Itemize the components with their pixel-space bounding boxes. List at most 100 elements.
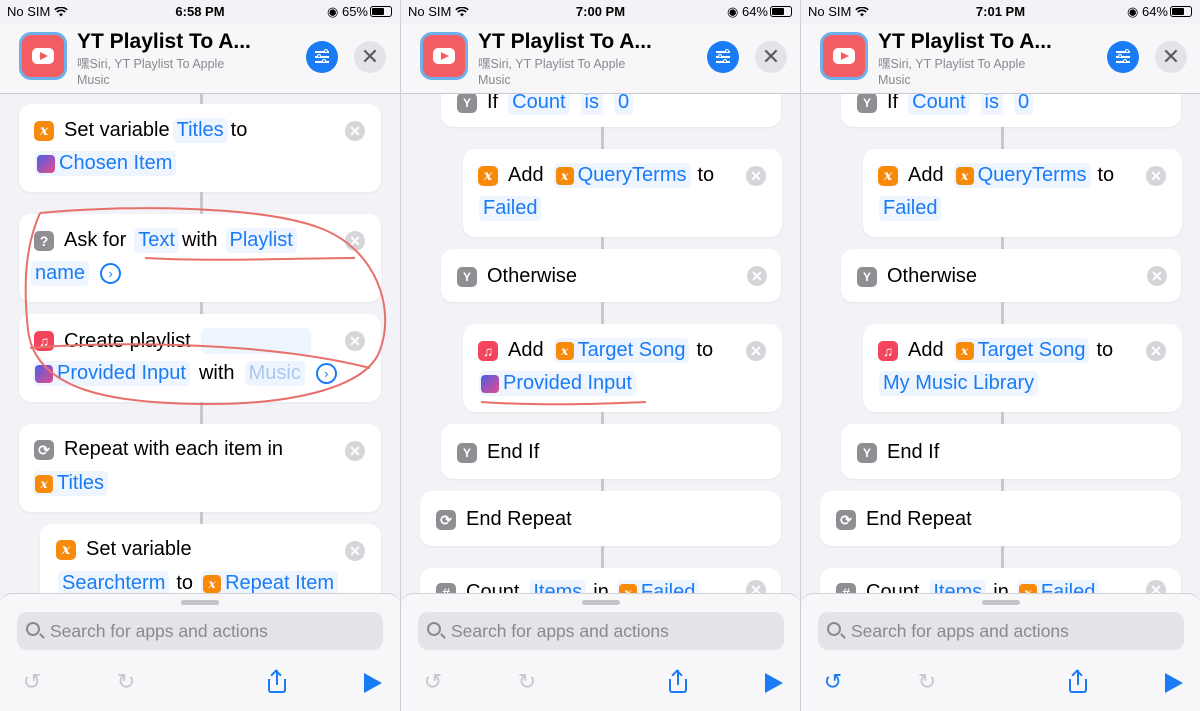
- shortcut-title[interactable]: YT Playlist To A...: [878, 30, 1052, 54]
- remove-icon[interactable]: ✕: [345, 231, 365, 251]
- settings-button[interactable]: [707, 41, 739, 73]
- remove-icon[interactable]: ✕: [345, 541, 365, 561]
- action-ask-for-input[interactable]: ? Ask for Text with Playlist name › ✕: [19, 214, 381, 302]
- action-set-variable[interactable]: x Set variable Titles to Chosen Item ✕: [19, 104, 381, 192]
- remove-icon[interactable]: ✕: [746, 166, 766, 186]
- close-button[interactable]: ✕: [755, 41, 787, 73]
- sheet-grabber[interactable]: [982, 600, 1020, 605]
- action-if[interactable]: YIfCountis0 ✕: [441, 94, 781, 127]
- remove-icon[interactable]: ✕: [746, 580, 766, 593]
- action-list[interactable]: YIfCountis0 ✕ xAddxQueryTermsto Failed ✕…: [801, 94, 1200, 593]
- value-token[interactable]: 0: [1013, 94, 1034, 115]
- share-icon[interactable]: [265, 669, 289, 694]
- action-create-playlist[interactable]: ♫ Create playlist Provided Input with Music…: [19, 314, 381, 402]
- prompt-token[interactable]: name: [31, 261, 90, 286]
- redo-icon[interactable]: ↻: [915, 670, 939, 694]
- destination-token[interactable]: Failed: [479, 196, 542, 221]
- if-icon: Y: [857, 442, 877, 463]
- play-icon[interactable]: [1161, 670, 1185, 694]
- remove-icon[interactable]: ✕: [1146, 580, 1166, 593]
- condition-token[interactable]: is: [580, 94, 603, 115]
- magic-variable-token[interactable]: Chosen Item: [35, 151, 177, 176]
- search-input[interactable]: Search for apps and actions: [418, 612, 784, 650]
- variable-token[interactable]: x QueryTerms: [953, 163, 1091, 188]
- share-icon[interactable]: [1066, 669, 1090, 694]
- remove-icon[interactable]: ✕: [747, 266, 767, 286]
- settings-button[interactable]: [306, 41, 338, 73]
- action-if[interactable]: YIfCountis0 ✕: [841, 94, 1181, 127]
- sheet-grabber[interactable]: [181, 600, 219, 605]
- variable-token[interactable]: Items: [929, 580, 987, 593]
- variable-token[interactable]: Count: [908, 94, 970, 115]
- close-button[interactable]: ✕: [1155, 41, 1187, 73]
- undo-icon[interactable]: ↺: [421, 670, 445, 694]
- if-icon: Y: [857, 266, 877, 287]
- remove-icon[interactable]: ✕: [345, 441, 365, 461]
- action-add-to-playlist[interactable]: ♫ Add x Target Song to Provided Input ✕: [463, 324, 782, 412]
- magic-variable-token[interactable]: Provided Input: [33, 361, 190, 386]
- action-end-repeat[interactable]: ⟳ End Repeat: [420, 491, 781, 546]
- shortcut-title[interactable]: YT Playlist To A...: [478, 30, 652, 54]
- action-add-to-library[interactable]: ♫ Add x Target Song to My Music Library ✕: [863, 324, 1182, 412]
- variable-token[interactable]: x Failed: [616, 580, 700, 593]
- action-repeat-each[interactable]: ⟳ Repeat with each item in x Titles ✕: [19, 424, 381, 512]
- redo-icon[interactable]: ↻: [114, 670, 138, 694]
- action-set-variable-nested[interactable]: x Set variable Searchterm to x Repeat Item ✕: [40, 524, 381, 593]
- token-label: Target Song: [977, 339, 1086, 361]
- undo-icon[interactable]: ↺: [20, 670, 44, 694]
- prompt-token[interactable]: Playlist: [225, 228, 297, 253]
- settings-button[interactable]: [1107, 41, 1139, 73]
- action-count[interactable]: # Count Items in x Failed ✕: [820, 568, 1181, 593]
- sheet-grabber[interactable]: [582, 600, 620, 605]
- action-end-repeat[interactable]: ⟳ End Repeat: [820, 491, 1181, 546]
- type-token[interactable]: Text: [134, 228, 179, 253]
- remove-icon[interactable]: ✕: [1146, 341, 1166, 361]
- redo-icon[interactable]: ↻: [515, 670, 539, 694]
- action-list[interactable]: YIfCountis0 ✕ xAddxQueryTermsto Failed ✕…: [401, 94, 800, 593]
- variable-token[interactable]: Searchterm: [58, 571, 170, 593]
- variable-token[interactable]: x Titles: [33, 471, 109, 496]
- undo-icon[interactable]: ↺: [821, 670, 845, 694]
- remove-icon[interactable]: ✕: [345, 121, 365, 141]
- action-count[interactable]: # Count Items in x Failed ✕: [420, 568, 781, 593]
- action-otherwise[interactable]: Y Otherwise ✕: [441, 249, 781, 302]
- variable-token[interactable]: x Repeat Item: [201, 571, 339, 593]
- shortcut-title[interactable]: YT Playlist To A...: [77, 30, 251, 54]
- action-list[interactable]: x Set variable Titles to Chosen Item ✕ ? Ask…: [0, 94, 400, 593]
- remove-icon[interactable]: ✕: [746, 341, 766, 361]
- app-icon[interactable]: [19, 32, 67, 80]
- destination-token[interactable]: My Music Library: [879, 371, 1039, 396]
- action-end-if[interactable]: Y End If: [441, 424, 781, 479]
- variable-token[interactable]: x Target Song: [953, 338, 1090, 363]
- action-add-to-variable[interactable]: x Add x QueryTerms to Failed ✕: [463, 149, 782, 237]
- variable-token[interactable]: x Target Song: [553, 338, 690, 363]
- destination-token[interactable]: Failed: [879, 196, 942, 221]
- magic-variable-token[interactable]: Provided Input: [479, 371, 636, 396]
- variable-token[interactable]: x Failed: [1016, 580, 1100, 593]
- search-input[interactable]: Search for apps and actions: [17, 612, 383, 650]
- share-icon[interactable]: [666, 669, 690, 694]
- close-button[interactable]: ✕: [354, 41, 386, 73]
- remove-icon[interactable]: ✕: [345, 331, 365, 351]
- play-icon[interactable]: [360, 670, 384, 694]
- remove-icon[interactable]: ✕: [1147, 266, 1167, 286]
- play-icon[interactable]: [761, 670, 785, 694]
- arrow-circle-icon[interactable]: ›: [100, 263, 122, 284]
- app-icon[interactable]: [820, 32, 868, 80]
- value-token[interactable]: 0: [613, 94, 634, 115]
- action-end-if[interactable]: Y End If: [841, 424, 1181, 479]
- search-input[interactable]: Search for apps and actions: [818, 612, 1184, 650]
- variable-token[interactable]: x QueryTerms: [553, 163, 691, 188]
- app-icon[interactable]: [420, 32, 468, 80]
- action-otherwise[interactable]: Y Otherwise ✕: [841, 249, 1181, 302]
- action-add-to-variable[interactable]: x Add x QueryTerms to Failed ✕: [863, 149, 1182, 237]
- variable-token[interactable]: Titles: [172, 118, 228, 143]
- arrow-circle-icon[interactable]: ›: [315, 363, 337, 384]
- empty-name-field[interactable]: [200, 328, 311, 354]
- condition-token[interactable]: is: [980, 94, 1003, 115]
- action-connector: in: [593, 581, 609, 593]
- remove-icon[interactable]: ✕: [1146, 166, 1166, 186]
- variable-token[interactable]: Items: [529, 580, 587, 593]
- placeholder-token[interactable]: Music: [244, 361, 305, 386]
- variable-token[interactable]: Count: [508, 94, 570, 115]
